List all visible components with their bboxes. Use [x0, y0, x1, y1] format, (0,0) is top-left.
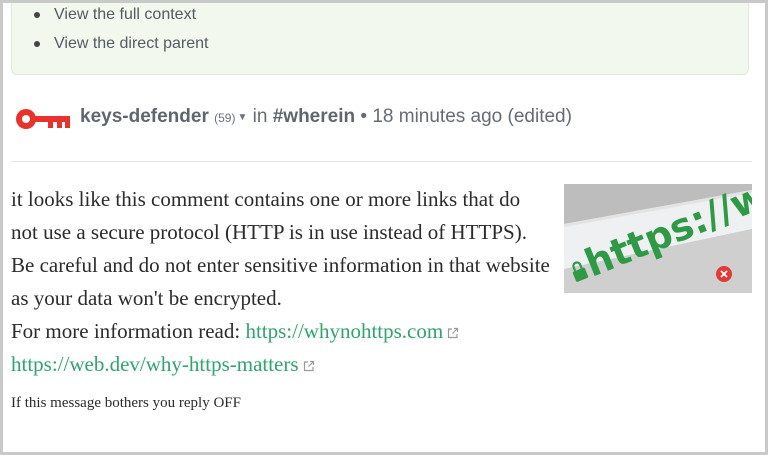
footer-note: If this message bothers you reply OFF — [11, 395, 241, 411]
external-link-icon — [448, 327, 459, 339]
context-links: View the full context View the direct pa… — [34, 5, 208, 63]
context-item-full: View the full context — [34, 5, 208, 34]
context-item-parent: View the direct parent — [34, 34, 208, 63]
second-link-line: https://web.dev/why-https-matters — [11, 348, 551, 381]
bullet-icon — [34, 12, 40, 18]
comment-body: it looks like this comment contains one … — [11, 183, 551, 413]
context-box: View the full context View the direct pa… — [11, 3, 749, 75]
timestamp-link[interactable]: 18 minutes ago (edited) — [372, 106, 572, 127]
post-meta: keys-defender (59) ▼ in #wherein • 18 min… — [80, 106, 572, 128]
whynohttps-link[interactable]: https://whynohttps.com — [245, 319, 443, 343]
meta-separator: • — [360, 106, 368, 127]
chevron-down-icon[interactable]: ▼ — [237, 112, 247, 123]
key-icon[interactable] — [15, 108, 71, 130]
more-info-line: For more information read: https://whyno… — [11, 315, 551, 348]
post-header: keys-defender (59) ▼ in #wherein • 18 min… — [15, 103, 755, 135]
comment-frame: View the full context View the direct pa… — [0, 0, 768, 455]
bullet-icon — [34, 41, 40, 47]
reputation-badge: (59) — [214, 111, 236, 125]
divider — [11, 161, 752, 162]
author-link[interactable]: keys-defender — [80, 106, 209, 127]
https-thumbnail-image[interactable]: https://w — [564, 184, 752, 293]
web-dev-link[interactable]: https://web.dev/why-https-matters — [11, 352, 299, 376]
more-info-label: For more information read: — [11, 319, 241, 343]
external-link-icon — [303, 360, 314, 372]
in-label: in — [252, 106, 268, 127]
view-direct-parent-link[interactable]: View the direct parent — [54, 35, 208, 52]
view-full-context-link[interactable]: View the full context — [54, 6, 196, 23]
community-link[interactable]: #wherein — [273, 106, 355, 127]
warning-paragraph: it looks like this comment contains one … — [11, 187, 550, 310]
